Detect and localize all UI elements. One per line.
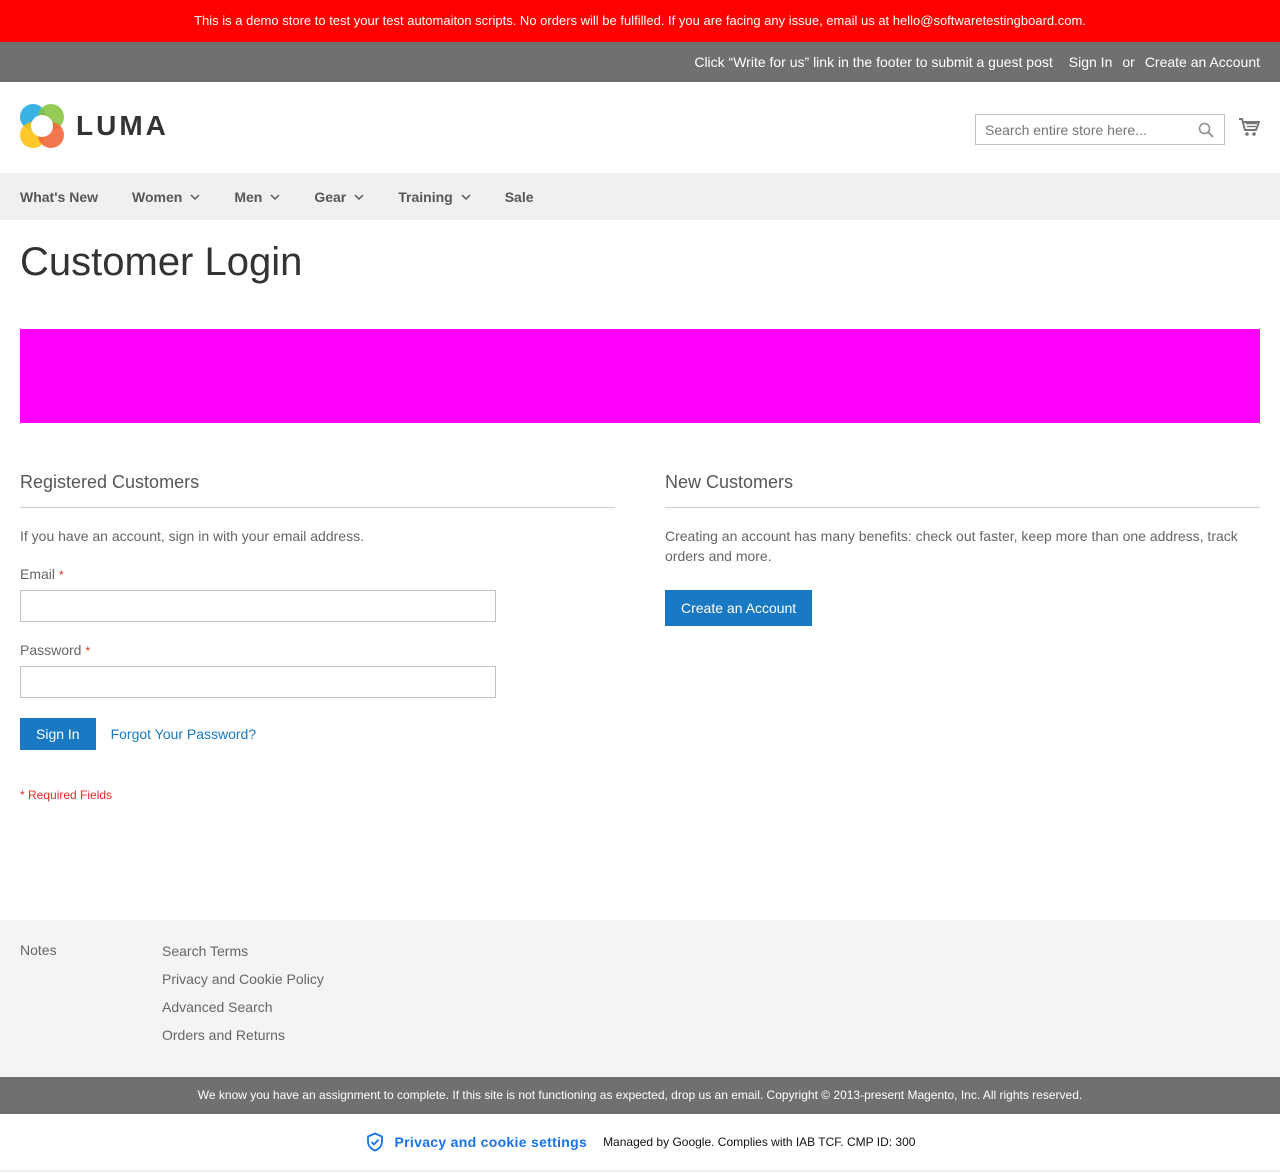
or-separator: or [1122, 54, 1135, 70]
footer-link[interactable]: Search Terms [162, 942, 324, 970]
panel-header: Click “Write for us” link in the footer … [0, 42, 1280, 82]
search-box [975, 114, 1225, 145]
footer-link[interactable]: Privacy and Cookie Policy [162, 970, 324, 998]
search-icon[interactable] [1198, 122, 1214, 138]
nav-list: What's New Women Men Gear Training Sale [0, 173, 1280, 220]
search-input[interactable] [976, 115, 1186, 144]
chevron-down-icon [190, 193, 200, 200]
main-navigation: What's New Women Men Gear Training Sale [0, 173, 1280, 220]
nav-item-what-s-new[interactable]: What's New [20, 189, 98, 205]
new-customers-title: New Customers [665, 472, 1260, 508]
registered-customers-block: Registered Customers If you have an acco… [20, 472, 615, 802]
demo-store-banner: This is a demo store to test your test a… [0, 0, 1280, 42]
site-header: LUMA [0, 82, 1280, 173]
nav-item-label: Men [234, 188, 263, 205]
login-actions: Sign In Forgot Your Password? [20, 718, 615, 750]
email-field[interactable] [20, 590, 496, 622]
nav-item-sale[interactable]: Sale [505, 189, 534, 205]
header-links: Click “Write for us” link in the footer … [694, 42, 1260, 82]
password-field[interactable] [20, 666, 496, 698]
password-label: Password * [20, 642, 615, 658]
sign-in-link[interactable]: Sign In [1069, 54, 1113, 70]
password-label-text: Password [20, 642, 82, 658]
chevron-down-icon [461, 193, 471, 200]
page-title: Customer Login [20, 240, 303, 284]
create-account-link[interactable]: Create an Account [1145, 54, 1260, 70]
nav-item-label: What's New [20, 188, 99, 205]
privacy-settings-label: Privacy and cookie settings [394, 1134, 588, 1150]
footer-link[interactable]: Advanced Search [162, 998, 324, 1026]
required-fields-note: * Required Fields [20, 788, 113, 802]
guest-post-note: Click “Write for us” link in the footer … [694, 54, 1053, 70]
nav-item-women[interactable]: Women [132, 189, 200, 205]
footer-notes-link[interactable]: Notes [20, 942, 57, 958]
forgot-password-link[interactable]: Forgot Your Password? [111, 726, 257, 742]
consent-bar: Privacy and cookie settings Managed by G… [0, 1114, 1280, 1172]
promo-bar [20, 329, 1260, 423]
create-account-button[interactable]: Create an Account [665, 590, 813, 626]
nav-item-label: Women [132, 188, 183, 205]
footer-link[interactable]: Orders and Returns [162, 1026, 324, 1054]
required-asterisk: * [85, 644, 91, 658]
nav-item-training[interactable]: Training [398, 188, 471, 205]
luma-logo-icon [20, 104, 64, 148]
required-asterisk: * [59, 568, 64, 582]
new-customers-text: Creating an account has many benefits: c… [665, 528, 1238, 564]
logo[interactable]: LUMA [20, 104, 169, 148]
sign-in-button[interactable]: Sign In [20, 718, 96, 750]
chevron-down-icon [270, 193, 280, 200]
nav-item-men[interactable]: Men [234, 189, 280, 205]
footer-links: Search Terms Privacy and Cookie Policy Adv… [162, 942, 324, 1054]
chevron-down-icon [354, 193, 364, 200]
cart-icon[interactable] [1238, 116, 1260, 138]
email-label-text: Email [20, 566, 56, 582]
consent-managed-text: Managed by Google. Complies with IAB TCF… [603, 1135, 916, 1149]
login-intro-text: If you have an account, sign in with you… [20, 528, 364, 544]
nav-item-label: Sale [504, 188, 534, 205]
email-label: Email * [20, 566, 615, 582]
nav-item-label: Gear [314, 188, 347, 205]
registered-customers-title: Registered Customers [20, 472, 615, 508]
nav-item-label: Training [398, 188, 453, 205]
new-customers-block: New Customers Creating an account has ma… [665, 472, 1260, 626]
copyright-bar: We know you have an assignment to comple… [0, 1077, 1280, 1114]
footer: Notes Search Terms Privacy and Cookie Pol… [0, 920, 1280, 1077]
privacy-settings-link[interactable]: Privacy and cookie settings [365, 1132, 588, 1152]
shield-icon [366, 1132, 383, 1152]
logo-text: LUMA [76, 110, 169, 141]
nav-item-gear[interactable]: Gear [314, 189, 364, 205]
